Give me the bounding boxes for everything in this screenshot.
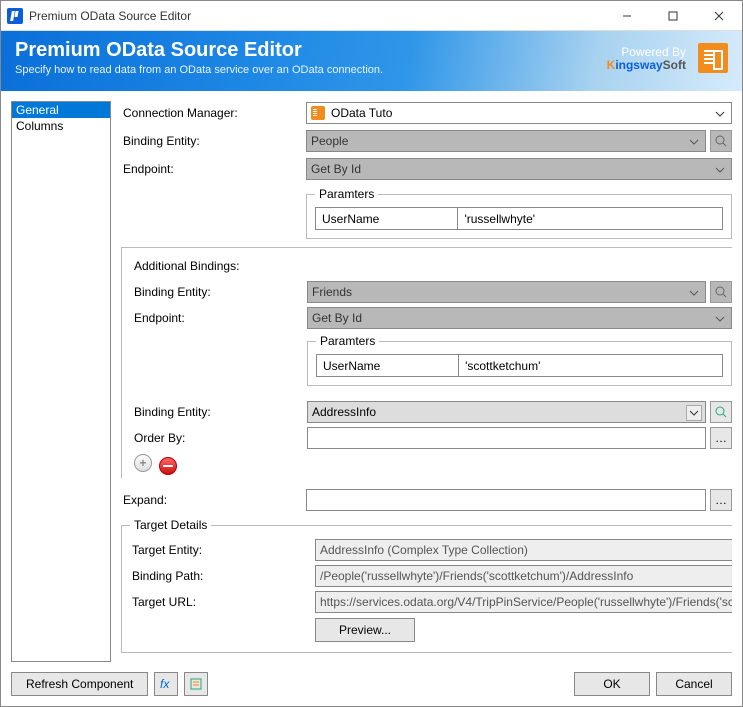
search-entity-1-button[interactable] <box>710 130 732 152</box>
connection-manager-value: OData Tuto <box>331 106 392 120</box>
search-entity-2-button[interactable] <box>710 281 732 303</box>
fx-icon: fx <box>159 677 173 691</box>
component-icon <box>698 43 728 73</box>
connection-manager-combo[interactable]: OData Tuto <box>306 102 732 124</box>
binding-entity-1-combo[interactable]: People <box>306 130 706 152</box>
parameters-1-fieldset: Paramters UserName 'russellwhyte' <box>306 187 732 239</box>
banner-title: Premium OData Source Editor <box>15 39 383 62</box>
binding-entity-2-combo[interactable]: Friends <box>307 281 706 303</box>
target-url-value: https://services.odata.org/V4/TripPinSer… <box>315 591 732 613</box>
endpoint-2-combo[interactable]: Get By Id <box>307 307 732 329</box>
binding-entity-3-combo[interactable]: AddressInfo <box>307 401 706 423</box>
add-binding-button[interactable] <box>134 454 152 472</box>
endpoint-1-combo[interactable]: Get By Id <box>306 158 732 180</box>
ellipsis-icon: … <box>715 431 727 445</box>
search-icon <box>714 405 728 419</box>
endpoint-2-label: Endpoint: <box>132 311 307 325</box>
binding-entity-2-value: Friends <box>312 285 352 299</box>
expand-ellipsis-button[interactable]: … <box>710 489 732 511</box>
chevron-down-icon <box>712 106 728 122</box>
expand-label: Expand: <box>121 493 306 507</box>
remove-binding-button[interactable] <box>159 457 177 475</box>
minimize-button[interactable] <box>604 1 650 30</box>
window-buttons <box>604 1 742 30</box>
footer: Refresh Component fx OK Cancel <box>1 666 742 706</box>
banner-subtitle: Specify how to read data from an OData s… <box>15 64 383 76</box>
connection-manager-label: Connection Manager: <box>121 106 306 120</box>
search-icon <box>714 134 728 148</box>
expression-button[interactable]: fx <box>154 672 178 696</box>
table-row: UserName 'scottketchum' <box>317 355 723 377</box>
binding-path-label: Binding Path: <box>130 569 315 583</box>
binding-path-value: /People('russellwhyte')/Friends('scottke… <box>315 565 732 587</box>
sidebar-item-general[interactable]: General <box>12 102 110 118</box>
param-2-name[interactable]: UserName <box>317 355 459 377</box>
sidebar: General Columns <box>11 101 111 662</box>
order-by-input[interactable] <box>307 427 706 449</box>
main-panel: Connection Manager: OData Tuto Binding E… <box>111 101 732 662</box>
ellipsis-icon: … <box>715 493 727 507</box>
ok-button[interactable]: OK <box>574 672 650 696</box>
parameters-1-table: UserName 'russellwhyte' <box>315 207 723 230</box>
banner: Premium OData Source Editor Specify how … <box>1 31 742 91</box>
additional-bindings-label: Additional Bindings: <box>132 259 307 273</box>
order-by-label: Order By: <box>132 431 307 445</box>
search-entity-3-button[interactable] <box>710 401 732 423</box>
parameters-2-table: UserName 'scottketchum' <box>316 354 723 377</box>
window: Premium OData Source Editor Premium ODat… <box>0 0 743 707</box>
refresh-component-button[interactable]: Refresh Component <box>11 672 148 696</box>
content: General Columns Connection Manager: ODat… <box>1 91 742 666</box>
target-entity-value: AddressInfo (Complex Type Collection) <box>315 539 732 561</box>
chevron-down-icon <box>712 162 728 178</box>
close-button[interactable] <box>696 1 742 30</box>
svg-text:fx: fx <box>160 677 170 691</box>
search-icon <box>714 285 728 299</box>
window-title: Premium OData Source Editor <box>29 9 604 23</box>
sidebar-item-columns[interactable]: Columns <box>12 118 110 134</box>
binding-entity-1-value: People <box>311 134 348 148</box>
param-2-value[interactable]: 'scottketchum' <box>459 355 723 377</box>
expand-input[interactable] <box>306 489 706 511</box>
preview-button[interactable]: Preview... <box>315 618 415 642</box>
app-logo-icon <box>7 8 23 24</box>
order-by-ellipsis-button[interactable]: … <box>710 427 732 449</box>
chevron-down-icon <box>712 311 728 327</box>
powered-by-label: Powered By <box>621 45 686 59</box>
endpoint-1-value: Get By Id <box>311 162 361 176</box>
parameters-2-fieldset: Paramters UserName 'scottketchum' <box>307 334 732 386</box>
brand-logo: Powered By KingswaySoft <box>607 45 686 71</box>
param-1-value[interactable]: 'russellwhyte' <box>458 208 723 230</box>
additional-bindings-group: Additional Bindings: Binding Entity: Fri… <box>121 247 732 478</box>
endpoint-1-label: Endpoint: <box>121 162 306 176</box>
param-1-name[interactable]: UserName <box>316 208 458 230</box>
chevron-down-icon <box>686 405 702 421</box>
parameters-2-legend: Paramters <box>316 334 379 348</box>
titlebar: Premium OData Source Editor <box>1 1 742 31</box>
maximize-button[interactable] <box>650 1 696 30</box>
binding-entity-1-label: Binding Entity: <box>121 134 306 148</box>
parameters-1-legend: Paramters <box>315 187 378 201</box>
documentation-button[interactable] <box>184 672 208 696</box>
endpoint-2-value: Get By Id <box>312 311 362 325</box>
target-url-label: Target URL: <box>130 595 315 609</box>
table-row: UserName 'russellwhyte' <box>316 208 723 230</box>
binding-entity-2-label: Binding Entity: <box>132 285 307 299</box>
chevron-down-icon <box>686 134 702 150</box>
connection-icon <box>311 106 325 120</box>
target-details-fieldset: Target Details Target Entity: AddressInf… <box>121 518 732 653</box>
binding-entity-3-value: AddressInfo <box>312 405 376 419</box>
document-icon <box>189 677 203 691</box>
chevron-down-icon <box>686 285 702 301</box>
binding-entity-3-label: Binding Entity: <box>132 405 307 419</box>
cancel-button[interactable]: Cancel <box>656 672 732 696</box>
target-entity-label: Target Entity: <box>130 543 315 557</box>
target-details-legend: Target Details <box>130 518 211 532</box>
